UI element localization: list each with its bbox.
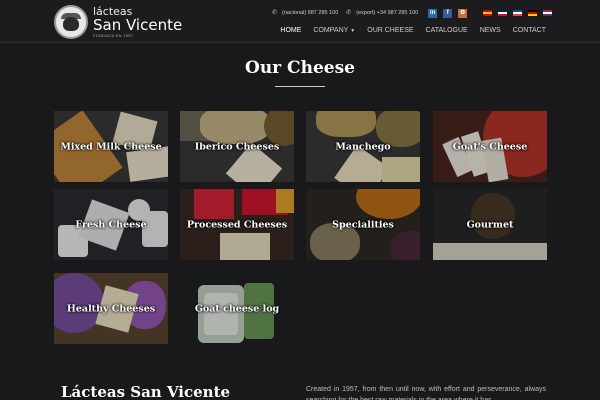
flag-usa-icon[interactable] [543,10,553,16]
about-text: Created in 1957, from then until now, wi… [306,386,546,400]
tile-label: Manchego [335,141,391,152]
category-tile-processed[interactable]: Processed Cheeses [180,189,294,260]
category-tile-healthy[interactable]: Healthy Cheeses [54,273,168,344]
category-tile-fresh[interactable]: Fresh Cheese [54,189,168,260]
phone-icon: ✆ [272,10,278,16]
brand-logo[interactable]: lácteas San Vicente FUNDADA EN 1957 [54,4,184,40]
tile-label: Processed Cheeses [186,219,288,230]
category-tile-mixed-milk[interactable]: Mixed Milk Cheese [54,111,168,182]
contact-bar: ✆ (nacional) 987 285 100 ✆ (export) +34 … [272,8,558,18]
main-nav: HOME COMPANY ▼ OUR CHEESE CATALOGUE NEWS … [268,27,546,34]
social-links: in f ✿ [428,8,473,18]
nav-news[interactable]: NEWS [480,27,501,34]
nav-catalogue[interactable]: CATALOGUE [426,27,468,34]
category-tile-goat-log[interactable]: Goat cheese log [180,273,294,344]
logo-emblem-icon [54,5,88,39]
site-header: lácteas San Vicente FUNDADA EN 1957 ✆ (n… [0,0,600,43]
title-divider [275,86,325,87]
nav-our-cheese[interactable]: OUR CHEESE [367,27,413,34]
category-tile-manchego[interactable]: Manchego [306,111,420,182]
brand-name: San Vicente [93,16,183,34]
nav-home[interactable]: HOME [280,27,301,34]
flag-france-icon[interactable] [513,10,523,16]
flag-spain-icon[interactable] [483,10,493,16]
page-title: Our Cheese [245,58,355,78]
tile-label: Fresh Cheese [75,219,147,230]
phone-icon: ✆ [346,10,352,16]
phone-export[interactable]: ✆ (export) +34 987 285 100 [346,10,418,16]
phone-national-text: (nacional) 987 285 100 [282,10,339,16]
tile-label: Mixed Milk Cheese [60,141,162,152]
tile-label: Goat's Cheese [452,141,528,152]
language-flags [483,10,558,16]
tile-label: Iberico Cheeses [194,141,280,152]
category-tile-specialities[interactable]: Specialities [306,189,420,260]
nav-company[interactable]: COMPANY ▼ [313,27,355,34]
category-tile-goat[interactable]: Goat's Cheese [433,111,547,182]
category-tile-gourmet[interactable]: Gourmet [433,189,547,260]
about-title: Lácteas San Vicente [61,383,231,400]
facebook-icon[interactable]: f [443,8,453,18]
phone-export-text: (export) +34 987 285 100 [356,10,419,16]
category-tile-iberico[interactable]: Iberico Cheeses [180,111,294,182]
nav-contact[interactable]: CONTACT [513,27,546,34]
flag-uk-icon[interactable] [498,10,508,16]
tile-label: Gourmet [466,219,514,230]
brand-tagline: FUNDADA EN 1957 [93,33,134,38]
tile-label: Specialities [332,219,394,230]
tile-label: Goat cheese log [194,303,280,314]
tile-label: Healthy Cheeses [66,303,156,314]
other-social-icon[interactable]: ✿ [458,8,468,18]
linkedin-icon[interactable]: in [428,8,438,18]
flag-germany-icon[interactable] [528,10,538,16]
phone-national[interactable]: ✆ (nacional) 987 285 100 [272,10,338,16]
chevron-down-icon: ▼ [350,28,356,34]
